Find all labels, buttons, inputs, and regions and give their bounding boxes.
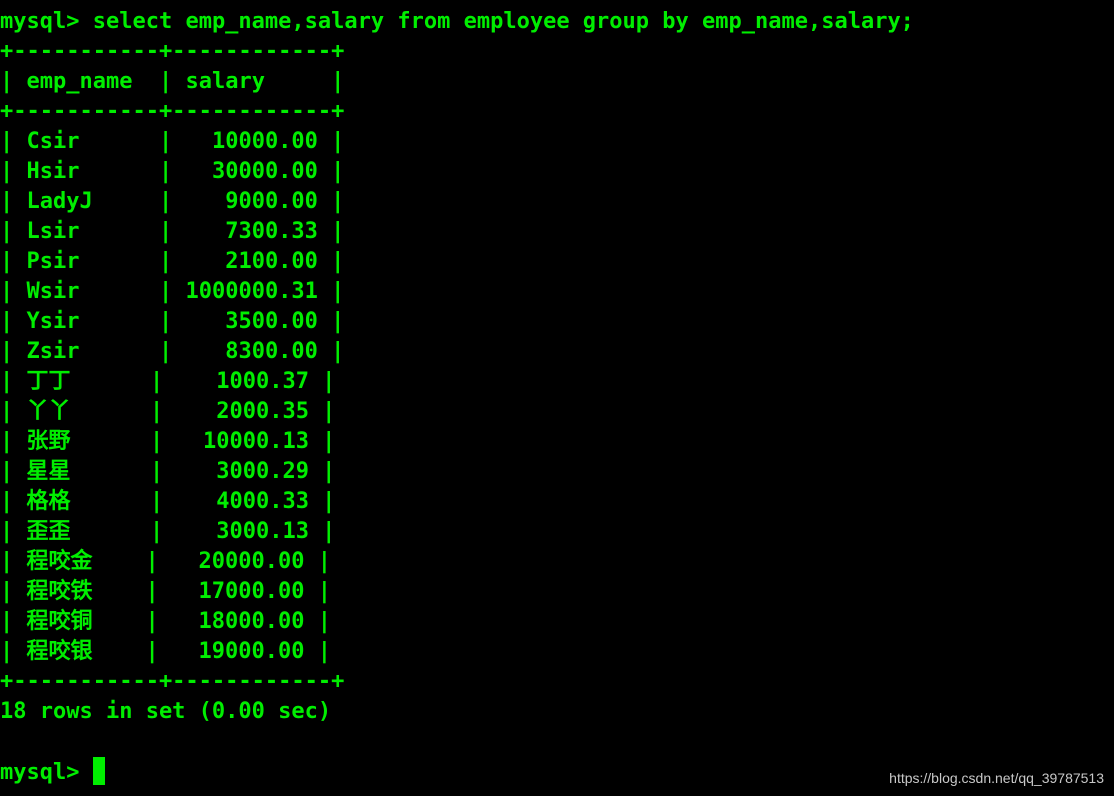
- table-border-bottom: +-----------+------------+: [0, 669, 345, 694]
- cell-emp-name: 程咬铜: [26, 609, 133, 634]
- cell-emp-name: 程咬银: [26, 639, 133, 664]
- cell-salary: 2100.00: [185, 249, 318, 274]
- cell-emp-name: Lsir: [26, 219, 146, 244]
- cell-salary: 1000000.31: [185, 279, 318, 304]
- table-row: | 格格 | 4000.33 |: [0, 489, 336, 514]
- cell-salary: 4000.33: [176, 489, 309, 514]
- table-border-top: +-----------+------------+: [0, 39, 345, 64]
- cell-salary: 7300.33: [185, 219, 318, 244]
- table-row: | Csir | 10000.00 |: [0, 129, 345, 154]
- cell-salary: 19000.00: [172, 639, 305, 664]
- cell-salary: 10000.00: [185, 129, 318, 154]
- table-row: | Psir | 2100.00 |: [0, 249, 345, 274]
- cell-emp-name: Psir: [26, 249, 146, 274]
- cell-emp-name: Ysir: [26, 309, 146, 334]
- cell-salary: 17000.00: [172, 579, 305, 604]
- cell-emp-name: 歪歪: [26, 519, 137, 544]
- table-row: | 歪歪 | 3000.13 |: [0, 519, 336, 544]
- terminal-window[interactable]: mysql> select emp_name,salary from emplo…: [0, 7, 1114, 787]
- cell-salary: 2000.35: [176, 399, 309, 424]
- prompt-text: mysql>: [0, 9, 80, 34]
- cell-salary: 1000.37: [176, 369, 309, 394]
- cell-salary: 9000.00: [185, 189, 318, 214]
- cell-salary: 3000.29: [176, 459, 309, 484]
- cell-emp-name: 程咬铁: [26, 579, 133, 604]
- text-cursor: [92, 757, 105, 785]
- cell-emp-name: 格格: [26, 489, 137, 514]
- cell-emp-name: 程咬金: [26, 549, 133, 574]
- cell-salary: 3500.00: [185, 309, 318, 334]
- table-row: | 丁丁 | 1000.37 |: [0, 369, 336, 394]
- table-row: | 程咬铜 | 18000.00 |: [0, 609, 331, 634]
- cell-emp-name: Zsir: [26, 339, 146, 364]
- table-row: | 丫丫 | 2000.35 |: [0, 399, 336, 424]
- table-row: | Ysir | 3500.00 |: [0, 309, 345, 334]
- table-row: | 星星 | 3000.29 |: [0, 459, 336, 484]
- cell-emp-name: Wsir: [26, 279, 146, 304]
- cell-emp-name: 张野: [26, 429, 137, 454]
- cell-salary: 20000.00: [172, 549, 305, 574]
- table-body: | Csir | 10000.00 | | Hsir | 30000.00 | | …: [0, 127, 1114, 667]
- cell-emp-name: Csir: [26, 129, 146, 154]
- table-row: | Zsir | 8300.00 |: [0, 339, 345, 364]
- column-header-emp-name: emp_name: [26, 69, 146, 94]
- table-border-header: +-----------+------------+: [0, 99, 345, 124]
- cell-emp-name: Hsir: [26, 159, 146, 184]
- watermark: https://blog.csdn.net/qq_39787513: [889, 770, 1104, 786]
- table-row: | Hsir | 30000.00 |: [0, 159, 345, 184]
- table-row: | Lsir | 7300.33 |: [0, 219, 345, 244]
- cell-salary: 10000.13: [176, 429, 309, 454]
- table-row: | Wsir | 1000000.31 |: [0, 279, 345, 304]
- command-line: mysql> select emp_name,salary from emplo…: [0, 7, 1114, 37]
- table-row: | 程咬金 | 20000.00 |: [0, 549, 331, 574]
- cell-emp-name: LadyJ: [26, 189, 146, 214]
- prompt-text-active: mysql>: [0, 760, 80, 785]
- cell-emp-name: 丁丁: [26, 369, 137, 394]
- table-row: | 张野 | 10000.13 |: [0, 429, 336, 454]
- cell-salary: 3000.13: [176, 519, 309, 544]
- sql-command: select emp_name,salary from employee gro…: [92, 9, 914, 34]
- table-row: | LadyJ | 9000.00 |: [0, 189, 345, 214]
- cell-emp-name: 星星: [26, 459, 137, 484]
- cell-emp-name: 丫丫: [26, 399, 137, 424]
- table-row: | 程咬铁 | 17000.00 |: [0, 579, 331, 604]
- column-header-salary: salary: [185, 69, 318, 94]
- table-row: | 程咬银 | 19000.00 |: [0, 639, 331, 664]
- cell-salary: 30000.00: [185, 159, 318, 184]
- result-summary: 18 rows in set (0.00 sec): [0, 699, 332, 724]
- cell-salary: 18000.00: [172, 609, 305, 634]
- cell-salary: 8300.00: [185, 339, 318, 364]
- table-header-row: | emp_name | salary |: [0, 69, 345, 94]
